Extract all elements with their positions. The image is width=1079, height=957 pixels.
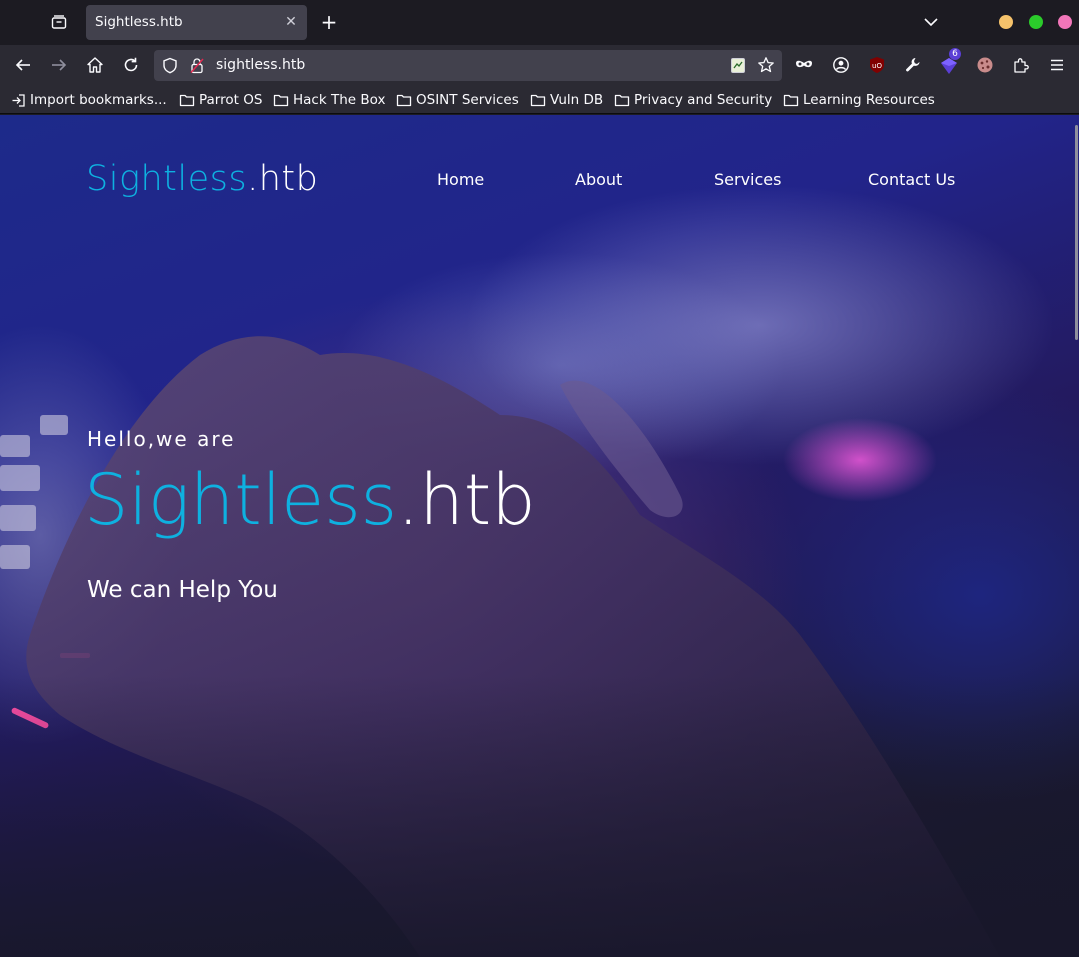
folder-icon xyxy=(179,94,195,107)
ublock-origin-icon[interactable]: uO xyxy=(865,53,889,77)
import-icon xyxy=(12,93,25,107)
hero-subtitle: We can Help You xyxy=(87,577,278,603)
active-tab[interactable]: Sightless.htb ✕ xyxy=(86,5,307,40)
folder-icon xyxy=(783,94,799,107)
bookmark-star-icon[interactable] xyxy=(757,56,775,78)
folder-icon xyxy=(273,94,289,107)
hero-title-suffix: .htb xyxy=(397,459,536,541)
site-logo-suffix: .htb xyxy=(247,159,319,199)
bookmarks-toolbar: Import bookmarks... Parrot OS Hack The B… xyxy=(0,85,1079,114)
nav-home-link[interactable]: Home xyxy=(437,170,484,189)
shield-icon[interactable] xyxy=(162,57,178,78)
site-logo-main: Sightless xyxy=(86,159,248,199)
site-logo[interactable]: Sightless.htb xyxy=(86,159,318,199)
tab-close-icon[interactable]: ✕ xyxy=(283,14,299,30)
cookie-extension-icon[interactable] xyxy=(973,53,997,77)
tab-bar: Sightless.htb ✕ + xyxy=(0,0,1079,45)
navigation-toolbar: sightless.htb uO 6 xyxy=(0,45,1079,85)
url-bar[interactable]: sightless.htb xyxy=(154,50,782,81)
bookmark-folder-vuln-db[interactable]: Vuln DB xyxy=(530,91,603,109)
nav-services-link[interactable]: Services xyxy=(714,170,781,189)
reload-icon[interactable] xyxy=(119,53,143,77)
hero-title: Sightless.htb xyxy=(84,465,536,535)
bookmark-label: Learning Resources xyxy=(803,92,935,108)
private-mask-icon[interactable] xyxy=(792,53,816,77)
hero-greeting: Hello,we are xyxy=(87,427,236,451)
nav-contact-link[interactable]: Contact Us xyxy=(868,170,955,189)
account-icon[interactable] xyxy=(829,53,853,77)
folder-icon xyxy=(396,94,412,107)
bookmark-import[interactable]: Import bookmarks... xyxy=(11,91,167,109)
svg-text:uO: uO xyxy=(872,62,882,70)
bookmark-folder-learning-resources[interactable]: Learning Resources xyxy=(783,91,935,109)
page-scrollbar[interactable] xyxy=(1075,125,1078,340)
hero-title-main: Sightless xyxy=(84,459,398,541)
reader-view-icon[interactable] xyxy=(730,57,746,78)
bookmark-folder-parrot-os[interactable]: Parrot OS xyxy=(179,91,262,109)
window-maximize-button[interactable] xyxy=(1029,15,1043,29)
bookmark-label: Hack The Box xyxy=(293,92,386,108)
folder-icon xyxy=(614,94,630,107)
url-text[interactable]: sightless.htb xyxy=(216,57,305,73)
bookmark-folder-privacy-security[interactable]: Privacy and Security xyxy=(614,91,772,109)
extensions-puzzle-icon[interactable] xyxy=(1009,53,1033,77)
tab-title: Sightless.htb xyxy=(95,14,183,30)
home-icon[interactable] xyxy=(83,53,107,77)
bookmark-label: Import bookmarks... xyxy=(30,92,167,108)
hamburger-menu-icon[interactable] xyxy=(1045,53,1069,77)
tab-list-icon[interactable] xyxy=(47,11,71,33)
window-close-button[interactable] xyxy=(1058,15,1072,29)
insecure-lock-icon[interactable] xyxy=(189,57,205,78)
back-arrow-icon[interactable] xyxy=(11,53,35,77)
bookmark-label: Vuln DB xyxy=(550,92,604,108)
page-viewport: Sightless.htb Home About Services Contac… xyxy=(0,115,1079,957)
new-tab-icon[interactable]: + xyxy=(318,10,340,34)
bookmark-label: OSINT Services xyxy=(416,92,519,108)
extension-badge-count: 6 xyxy=(949,48,961,60)
extension-badge-icon[interactable]: 6 xyxy=(937,48,961,77)
folder-icon xyxy=(530,94,546,107)
bookmark-label: Parrot OS xyxy=(199,92,263,108)
bookmark-label: Privacy and Security xyxy=(634,92,773,108)
chevron-down-icon[interactable] xyxy=(921,12,941,32)
bookmark-folder-hack-the-box[interactable]: Hack The Box xyxy=(273,91,385,109)
window-minimize-button[interactable] xyxy=(999,15,1013,29)
wrench-icon[interactable] xyxy=(901,53,925,77)
bookmark-folder-osint-services[interactable]: OSINT Services xyxy=(396,91,519,109)
nav-about-link[interactable]: About xyxy=(575,170,622,189)
forward-arrow-icon[interactable] xyxy=(47,53,71,77)
